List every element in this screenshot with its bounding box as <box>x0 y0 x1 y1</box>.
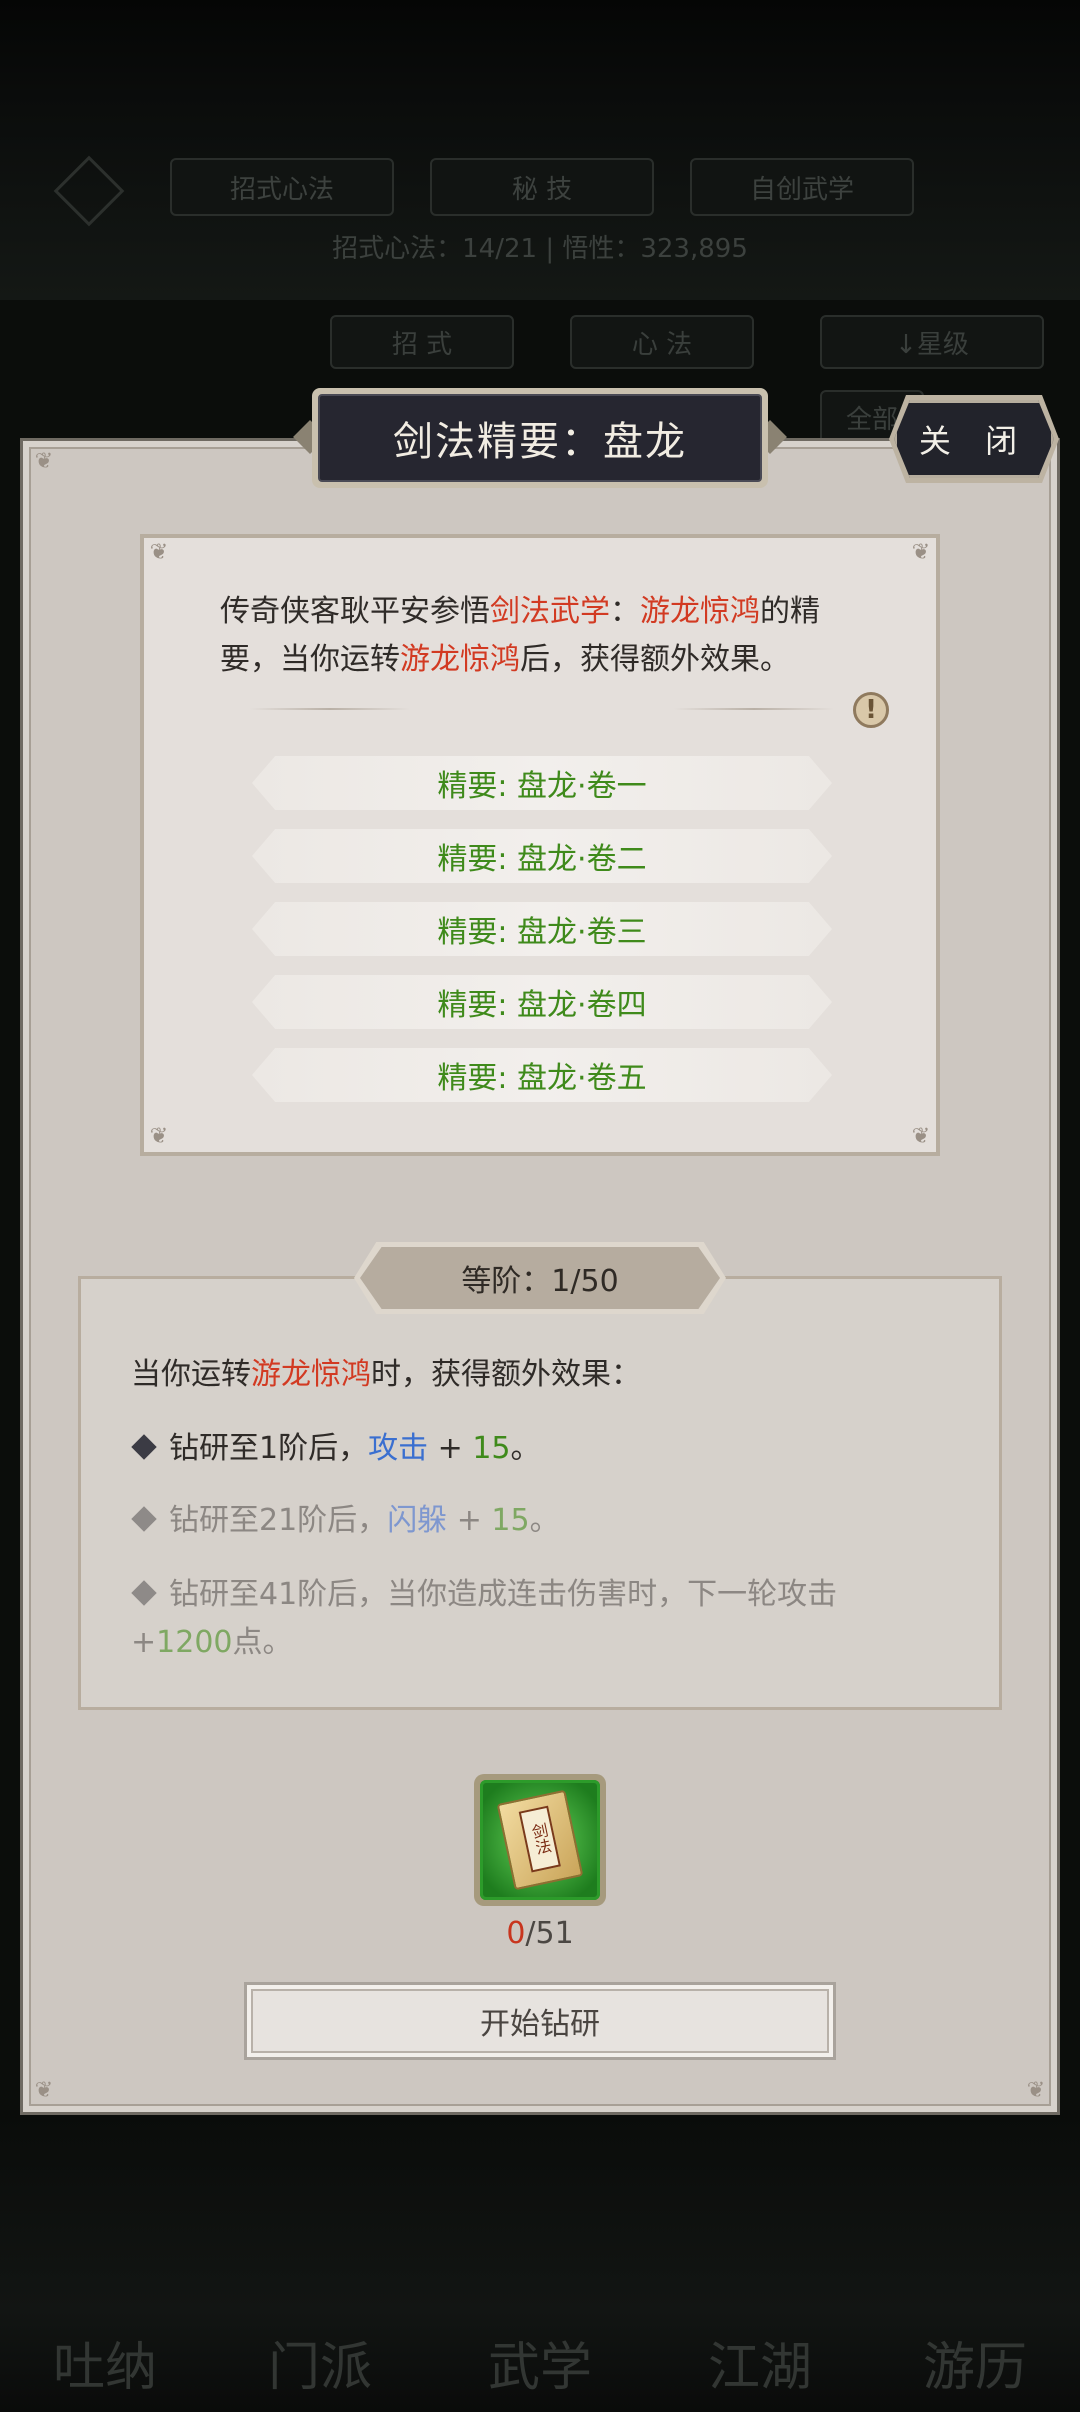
tab-custom-martial: 自创武学 <box>690 158 914 216</box>
volume-item[interactable]: 精要: 盘龙·卷一 <box>252 756 832 810</box>
subtab-mind: 心 法 <box>570 315 754 369</box>
effect-suffix: 。 <box>529 1503 560 1538</box>
info-warning-icon[interactable]: ! <box>853 692 889 728</box>
item-count: 0/51 <box>0 1916 1080 1951</box>
nav-sect: 门派 <box>267 2338 372 2398</box>
manual-description: 传奇侠客耿平安参悟剑法武学：游龙惊鸿的精要，当你运转游龙惊鸿后，获得额外效果。 <box>220 588 860 684</box>
nav-jianghu: 江湖 <box>707 2338 812 2398</box>
effect-value: 1200 <box>156 1625 233 1660</box>
effect-plus: + <box>428 1431 473 1466</box>
effect-row: 钻研至1阶后，攻击 + 15。 <box>131 1425 931 1473</box>
martial-category: 剑法武学 <box>490 594 610 629</box>
sort-dropdown: ↓星级 <box>820 315 1044 369</box>
volume-item[interactable]: 精要: 盘龙·卷三 <box>252 902 832 956</box>
level-indicator: 等阶：1/50 <box>360 1247 720 1309</box>
effect-plus: + <box>447 1503 492 1538</box>
corner-ornament: ❦ <box>34 2078 54 2103</box>
corner-ornament: ❦ <box>1026 2078 1046 2103</box>
effect-condition: 钻研至21阶后， <box>169 1503 388 1538</box>
item-owned: 0 <box>506 1916 526 1951</box>
subtab-moves: 招 式 <box>330 315 514 369</box>
martial-art-name: 游龙惊鸿 <box>640 594 760 629</box>
divider-left <box>250 708 410 710</box>
description-text: 后，获得额外效果。 <box>520 642 790 677</box>
effect-row: 钻研至41阶后，当你造成连击伤害时，下一轮攻击+1200点。 <box>131 1571 911 1667</box>
sword-manual-icon: 剑法 <box>496 1789 584 1891</box>
start-research-label: 开始钻研 <box>480 2007 600 2042</box>
corner-ornament: ❦ <box>149 540 169 565</box>
corner-ornament: ❦ <box>34 449 54 474</box>
description-text: ： <box>610 594 640 629</box>
effect-row: 钻研至21阶后，闪躲 + 15。 <box>131 1497 931 1545</box>
effect-stat: 攻击 <box>368 1431 429 1466</box>
effects-heading: 当你运转游龙惊鸿时，获得额外效果： <box>131 1349 641 1393</box>
martial-art-name: 游龙惊鸿 <box>251 1357 371 1392</box>
diamond-bullet-icon <box>131 1579 157 1606</box>
effect-stat: 闪躲 <box>387 1503 448 1538</box>
tab-secret-skills: 秘 技 <box>430 158 654 216</box>
manual-info-panel: ❦ ❦ ❦ ❦ 传奇侠客耿平安参悟剑法武学：游龙惊鸿的精要，当你运转游龙惊鸿后，… <box>140 534 940 1156</box>
volume-item[interactable]: 精要: 盘龙·卷四 <box>252 975 832 1029</box>
dialog-title-plate: 剑法精要：盘龙 <box>312 388 768 488</box>
close-button[interactable]: 关 闭 <box>894 400 1054 478</box>
item-slot[interactable]: 剑法 <box>474 1774 606 1906</box>
effect-suffix: 点。 <box>232 1625 293 1660</box>
item-required: /51 <box>525 1916 574 1951</box>
item-glyph: 剑法 <box>518 1805 561 1873</box>
dialog-title: 剑法精要：盘龙 <box>318 394 762 482</box>
effect-condition: 钻研至1阶后， <box>169 1431 369 1466</box>
effect-value: 15 <box>472 1431 511 1466</box>
tab-moves: 招式心法 <box>170 158 394 216</box>
nav-travel: 游历 <box>922 2338 1027 2398</box>
effect-value: 15 <box>491 1503 530 1538</box>
martial-art-name: 游龙惊鸿 <box>400 642 520 677</box>
background-stats: 招式心法：14/21 | 悟性：323,895 <box>332 234 748 264</box>
diamond-bullet-icon <box>131 1505 157 1532</box>
heading-text: 当你运转 <box>131 1357 251 1392</box>
volume-item[interactable]: 精要: 盘龙·卷五 <box>252 1048 832 1102</box>
effect-suffix: 。 <box>510 1431 541 1466</box>
description-text: 传奇侠客耿平安参悟 <box>220 594 490 629</box>
corner-ornament: ❦ <box>911 1124 931 1149</box>
nav-breathing: 吐纳 <box>52 2338 157 2398</box>
item-frame: 剑法 <box>480 1780 600 1900</box>
volume-item[interactable]: 精要: 盘龙·卷二 <box>252 829 832 883</box>
corner-ornament: ❦ <box>911 540 931 565</box>
corner-ornament: ❦ <box>149 1124 169 1149</box>
nav-martial: 武学 <box>487 2338 592 2398</box>
level-effects-panel: 当你运转游龙惊鸿时，获得额外效果： 钻研至1阶后，攻击 + 15。 钻研至21阶… <box>78 1276 1002 1710</box>
divider-right <box>674 708 834 710</box>
diamond-bullet-icon <box>131 1433 157 1460</box>
heading-text: 时，获得额外效果： <box>371 1357 641 1392</box>
start-research-button[interactable]: 开始钻研 <box>244 1982 836 2060</box>
